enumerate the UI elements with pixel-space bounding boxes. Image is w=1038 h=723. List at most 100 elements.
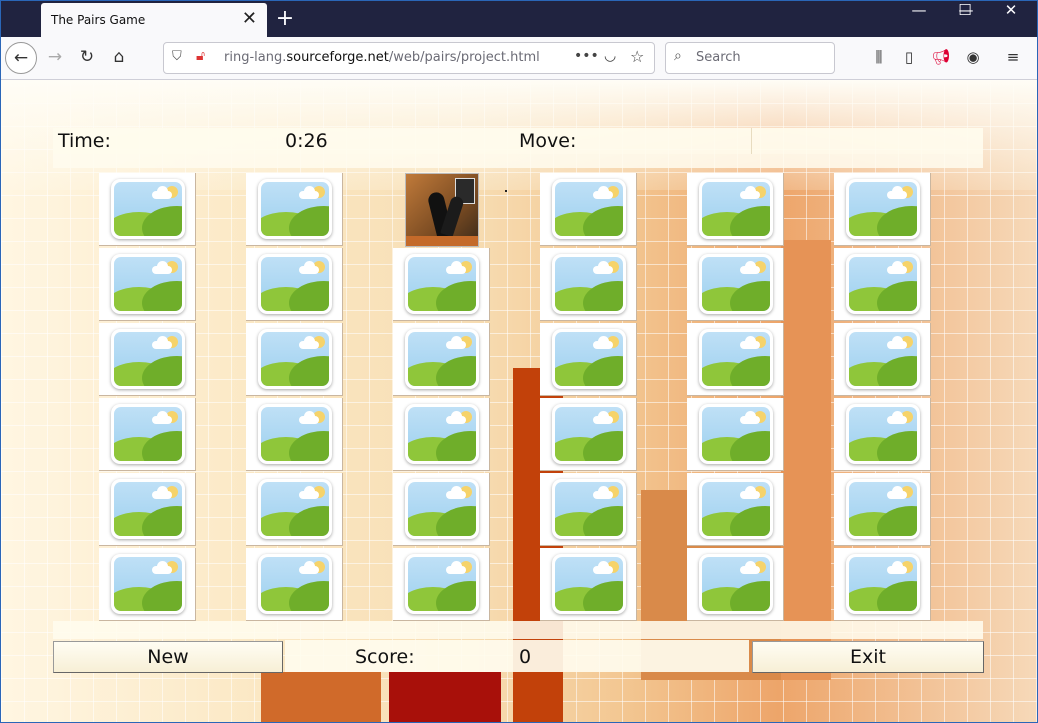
cloud-icon	[593, 486, 613, 499]
card-face-down[interactable]	[99, 548, 196, 621]
pocket-icon[interactable]: ◡	[604, 48, 616, 64]
reload-button[interactable]: ↻	[71, 41, 103, 73]
card-face-down[interactable]	[99, 473, 196, 546]
landscape-icon	[111, 479, 185, 539]
new-tab-button[interactable]: +	[273, 5, 297, 33]
card-face-down[interactable]	[834, 173, 931, 246]
forward-arrow-icon: →	[47, 47, 63, 67]
card-face-down[interactable]	[687, 248, 784, 321]
cloud-icon	[740, 336, 760, 349]
menu-icon[interactable]: ≡	[1001, 45, 1025, 69]
cloud-icon	[593, 186, 613, 199]
card-face-down[interactable]	[393, 398, 490, 471]
more-actions-icon[interactable]: •••	[574, 48, 599, 64]
landscape-icon	[258, 404, 332, 464]
page-content: Time: 0:26 Move: New Score: 0 Exit	[1, 80, 1037, 722]
card-face-down[interactable]	[246, 323, 343, 396]
background-block	[389, 672, 501, 722]
tab-pairs-game[interactable]: The Pairs Game ✕	[41, 3, 267, 37]
cloud-icon	[299, 486, 319, 499]
card-face-down[interactable]	[540, 248, 637, 321]
hill	[436, 431, 476, 461]
landscape-icon	[258, 254, 332, 314]
landscape-icon	[846, 404, 920, 464]
hill	[289, 506, 329, 536]
cloud-icon	[593, 261, 613, 274]
card-face-down[interactable]	[246, 548, 343, 621]
card-face-down[interactable]	[540, 323, 637, 396]
close-tab-icon[interactable]: ✕	[242, 9, 257, 29]
exit-button[interactable]: Exit	[752, 641, 984, 673]
shield-icon[interactable]: ⛉	[172, 49, 182, 64]
library-icon[interactable]: ⫼	[867, 45, 891, 69]
cloud-icon	[887, 261, 907, 274]
sky	[261, 257, 329, 311]
maximize-button[interactable]: ☐	[942, 1, 988, 37]
card-face-down[interactable]	[99, 398, 196, 471]
sidebar-icon[interactable]: ▯	[897, 45, 921, 69]
minimize-button[interactable]: —	[896, 1, 942, 37]
url-bar[interactable]: ⛉ 🔓︎ ring-lang.sourceforge.net/web/pairs…	[163, 42, 655, 74]
sky	[408, 257, 476, 311]
card-face-down[interactable]	[99, 173, 196, 246]
top-spacer	[53, 154, 983, 168]
card-face-down[interactable]	[246, 473, 343, 546]
url-text[interactable]: ring-lang.sourceforge.net/web/pairs/proj…	[224, 50, 540, 65]
card-face-down[interactable]	[834, 548, 931, 621]
back-button[interactable]: ←	[5, 42, 37, 74]
card-face-down[interactable]	[540, 548, 637, 621]
card-face-down[interactable]	[246, 173, 343, 246]
cloud-icon	[299, 261, 319, 274]
hill	[289, 356, 329, 386]
landscape-icon	[258, 479, 332, 539]
landscape-icon	[846, 179, 920, 239]
cloud-icon	[740, 411, 760, 424]
search-field[interactable]: ⌕ Search	[665, 42, 835, 74]
card-face-down[interactable]	[99, 323, 196, 396]
card-face-down[interactable]	[834, 473, 931, 546]
megaphone-icon[interactable]: 📢︎	[929, 45, 953, 69]
card-face-down[interactable]	[540, 398, 637, 471]
card-face-down[interactable]	[393, 548, 490, 621]
card-face-down[interactable]	[834, 398, 931, 471]
card-face-down[interactable]	[393, 323, 490, 396]
account-icon[interactable]: ◉	[961, 45, 985, 69]
hill	[583, 356, 623, 386]
hill	[142, 581, 182, 611]
cloud-icon	[152, 561, 172, 574]
card-face-down[interactable]	[687, 173, 784, 246]
new-game-button[interactable]: New	[53, 641, 283, 673]
bookmark-star-icon[interactable]: ☆	[630, 47, 644, 66]
cloud-icon	[593, 411, 613, 424]
maximize-icon: ☐	[958, 1, 972, 19]
close-window-button[interactable]: ✕	[988, 1, 1034, 37]
card-face-down[interactable]	[99, 248, 196, 321]
landscape-icon	[846, 329, 920, 389]
landscape-icon	[405, 554, 479, 614]
cloud-icon	[887, 411, 907, 424]
revealed-card[interactable]	[405, 173, 479, 247]
card-face-down[interactable]	[687, 398, 784, 471]
back-arrow-icon: ←	[13, 48, 29, 68]
sky	[114, 257, 182, 311]
card-face-down[interactable]	[834, 248, 931, 321]
card-face-down[interactable]	[540, 173, 637, 246]
hill	[436, 356, 476, 386]
dot	[505, 190, 507, 192]
card-face-down[interactable]	[393, 473, 490, 546]
home-button[interactable]: ⌂	[103, 41, 135, 73]
card-face-down[interactable]	[540, 473, 637, 546]
forward-button[interactable]: →	[39, 41, 71, 73]
card-face-down[interactable]	[246, 398, 343, 471]
sky	[702, 482, 770, 536]
card-face-down[interactable]	[393, 248, 490, 321]
landscape-icon	[552, 554, 626, 614]
insecure-lock-icon[interactable]: 🔓︎	[196, 48, 205, 64]
card-face-down[interactable]	[246, 248, 343, 321]
card-face-down[interactable]	[687, 323, 784, 396]
search-icon: ⌕	[674, 48, 682, 64]
card-face-down[interactable]	[834, 323, 931, 396]
cloud-icon	[152, 261, 172, 274]
card-face-down[interactable]	[687, 548, 784, 621]
card-face-down[interactable]	[687, 473, 784, 546]
